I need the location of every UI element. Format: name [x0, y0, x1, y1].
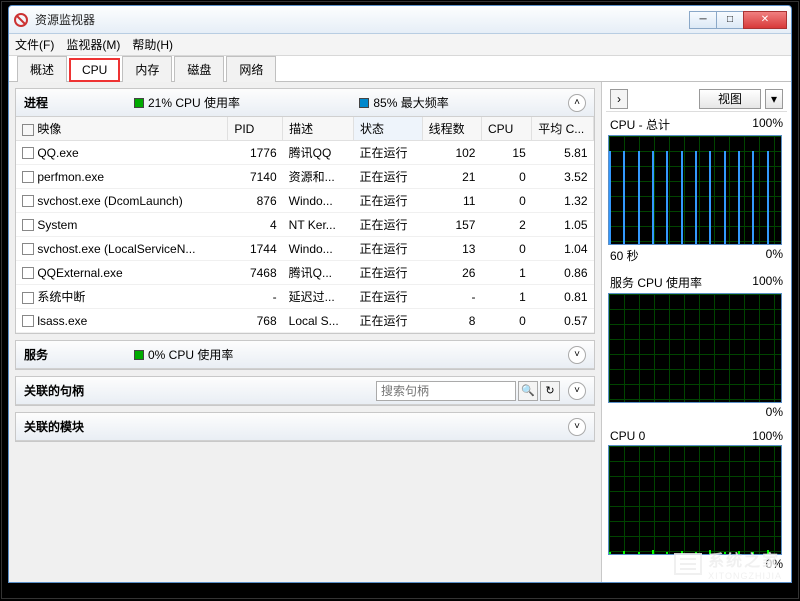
minimize-button[interactable]: ─ [689, 11, 717, 29]
max-freq-text: 85% 最大频率 [373, 94, 448, 111]
col-cpu[interactable]: CPU [481, 117, 531, 141]
maximize-button[interactable]: □ [716, 11, 744, 29]
modules-title: 关联的模块 [24, 418, 134, 435]
search-button[interactable]: 🔍 [518, 381, 538, 401]
col-image[interactable]: 映像 [16, 117, 228, 141]
cpu-usage-icon [134, 98, 144, 108]
nav-right-icon[interactable]: › [610, 89, 628, 109]
services-cpu-text: 0% CPU 使用率 [148, 346, 233, 363]
row-checkbox[interactable] [22, 171, 34, 183]
table-row[interactable]: lsass.exe768Local S...正在运行800.57 [16, 309, 594, 333]
row-checkbox[interactable] [22, 219, 34, 231]
right-toolbar: › 视图 ▾ [606, 86, 787, 112]
col-threads[interactable]: 线程数 [422, 117, 481, 141]
services-title: 服务 [24, 346, 134, 363]
col-status[interactable]: 状态 [354, 117, 423, 141]
search-reset-button[interactable]: ↻ [540, 381, 560, 401]
tab-overview[interactable]: 概述 [17, 56, 67, 82]
expand-icon[interactable]: ˅ [568, 418, 586, 436]
left-pane: 进程 21% CPU 使用率 85% 最大频率 ˄ 映像 PID 描述 状态 线… [9, 82, 601, 582]
row-checkbox[interactable] [22, 267, 34, 279]
tab-bar: 概述 CPU 内存 磁盘 网络 [9, 56, 791, 82]
services-cpu-icon [134, 350, 144, 360]
window-title: 资源监视器 [35, 11, 690, 28]
modules-section: 关联的模块 ˅ [15, 412, 595, 442]
search-handles-input[interactable] [376, 381, 516, 401]
tab-cpu[interactable]: CPU [69, 58, 120, 82]
menu-file[interactable]: 文件(F) [15, 36, 54, 53]
cpu-usage-text: 21% CPU 使用率 [148, 94, 240, 111]
col-pid[interactable]: PID [228, 117, 283, 141]
tab-memory[interactable]: 内存 [122, 56, 172, 82]
col-avg-cpu[interactable]: 平均 C... [532, 117, 594, 141]
table-row[interactable]: svchost.exe (LocalServiceN...1744Windo..… [16, 237, 594, 261]
view-dropdown-icon[interactable]: ▾ [765, 89, 783, 109]
app-icon [13, 12, 29, 28]
row-checkbox[interactable] [22, 147, 34, 159]
table-row[interactable]: svchost.exe (DcomLaunch)876Windo...正在运行1… [16, 189, 594, 213]
close-button[interactable]: ✕ [743, 11, 787, 29]
graph-canvas [608, 135, 782, 245]
processes-header[interactable]: 进程 21% CPU 使用率 85% 最大频率 ˄ [16, 89, 594, 117]
row-checkbox[interactable] [22, 292, 34, 304]
handles-section: 关联的句柄 🔍 ↻ ˅ [15, 376, 595, 406]
menu-monitor[interactable]: 监视器(M) [66, 36, 120, 53]
processes-section: 进程 21% CPU 使用率 85% 最大频率 ˄ 映像 PID 描述 状态 线… [15, 88, 595, 334]
services-header[interactable]: 服务 0% CPU 使用率 ˅ [16, 341, 594, 369]
table-row[interactable]: perfmon.exe7140资源和...正在运行2103.52 [16, 165, 594, 189]
table-row[interactable]: QQExternal.exe7468腾讯Q...正在运行2610.86 [16, 261, 594, 285]
watermark-logo-icon [674, 553, 702, 575]
graph-canvas [608, 445, 782, 555]
table-row[interactable]: QQ.exe1776腾讯QQ正在运行102155.81 [16, 141, 594, 165]
row-checkbox[interactable] [22, 315, 34, 327]
graph-0: CPU - 总计100%60 秒0% [608, 116, 785, 264]
expand-icon[interactable]: ˅ [568, 346, 586, 364]
graph-canvas [608, 293, 782, 403]
row-checkbox[interactable] [22, 243, 34, 255]
expand-icon[interactable]: ˅ [568, 382, 586, 400]
services-section: 服务 0% CPU 使用率 ˅ [15, 340, 595, 370]
processes-table: 映像 PID 描述 状态 线程数 CPU 平均 C... QQ.exe1776腾… [16, 117, 594, 333]
menubar: 文件(F) 监视器(M) 帮助(H) [9, 34, 791, 56]
graph-3: CPU 1100% [608, 581, 785, 582]
tab-disk[interactable]: 磁盘 [174, 56, 224, 82]
row-checkbox[interactable] [22, 195, 34, 207]
watermark: 系统之家 XITONGZHIJIA [674, 547, 782, 581]
table-row[interactable]: 系统中断-延迟过...正在运行-10.81 [16, 285, 594, 309]
max-freq-icon [359, 98, 369, 108]
right-pane: › 视图 ▾ CPU - 总计100%60 秒0%服务 CPU 使用率100%0… [601, 82, 791, 582]
collapse-icon[interactable]: ˄ [568, 94, 586, 112]
handles-title: 关联的句柄 [24, 382, 134, 399]
modules-header[interactable]: 关联的模块 ˅ [16, 413, 594, 441]
select-all-checkbox[interactable] [22, 124, 34, 136]
table-row[interactable]: System4NT Ker...正在运行15721.05 [16, 213, 594, 237]
handles-header[interactable]: 关联的句柄 🔍 ↻ ˅ [16, 377, 594, 405]
processes-title: 进程 [24, 94, 134, 111]
view-button[interactable]: 视图 [699, 89, 761, 109]
main-window: 资源监视器 ─ □ ✕ 文件(F) 监视器(M) 帮助(H) 概述 CPU 内存… [8, 5, 792, 583]
tab-network[interactable]: 网络 [226, 56, 276, 82]
col-desc[interactable]: 描述 [283, 117, 354, 141]
menu-help[interactable]: 帮助(H) [132, 36, 173, 53]
graph-1: 服务 CPU 使用率100%0% [608, 274, 785, 419]
titlebar[interactable]: 资源监视器 ─ □ ✕ [9, 6, 791, 34]
